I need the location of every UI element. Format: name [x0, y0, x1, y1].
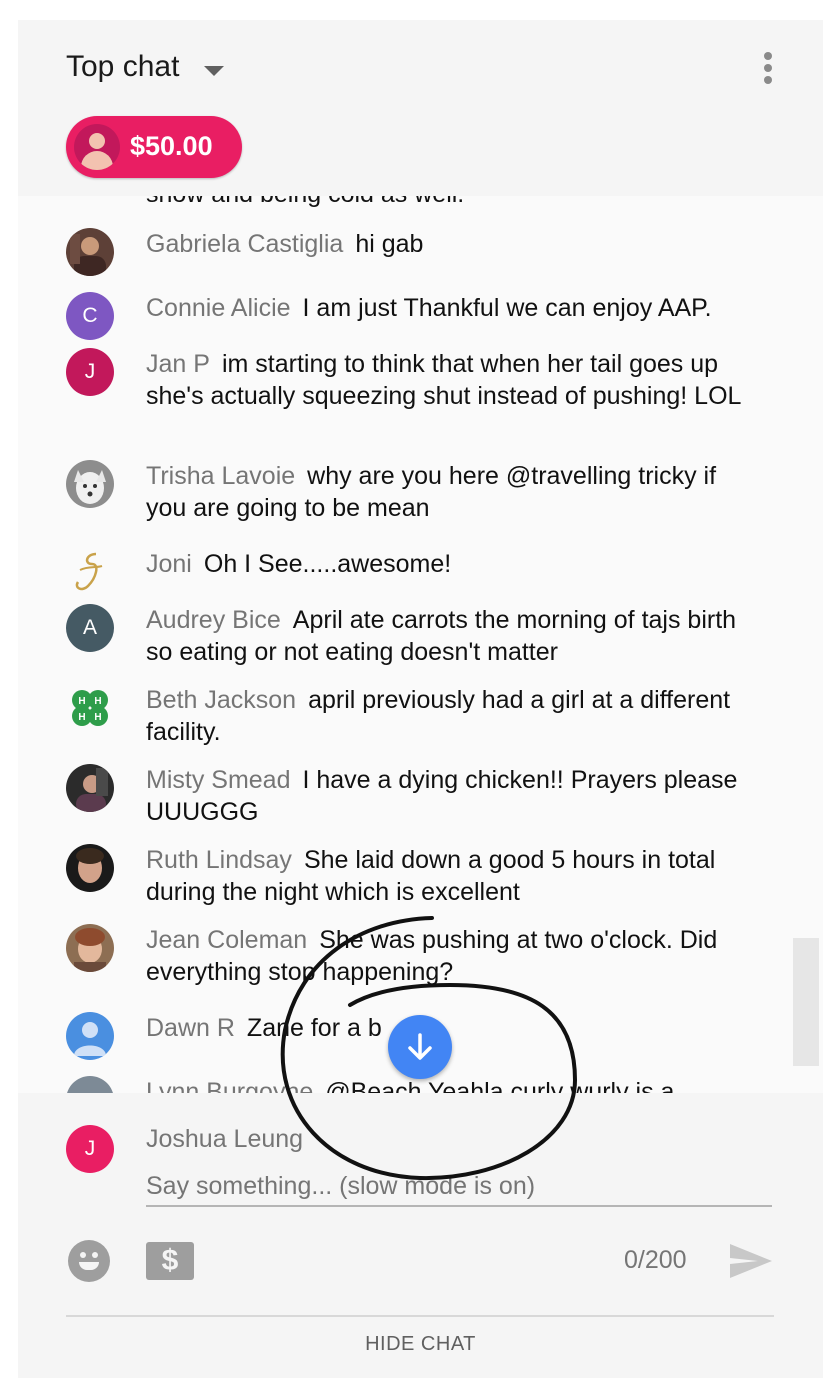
dollar-icon[interactable]: $ — [146, 1242, 194, 1280]
avatar: C — [66, 292, 114, 340]
message-author[interactable]: Jan P — [146, 350, 210, 378]
message-text: @Beach Yeahla curly wurly is a — [325, 1078, 675, 1093]
super-chat-ticker[interactable]: $50.00 — [66, 116, 242, 178]
chat-input-area: J Joshua Leung $ 0/200 HIDE CHAT — [18, 1093, 823, 1378]
message-author[interactable]: Joni — [146, 550, 192, 578]
message-author[interactable]: Misty Smead — [146, 766, 290, 794]
default-person-avatar — [66, 1076, 114, 1093]
avatar — [74, 124, 120, 170]
chat-mode-title[interactable]: Top chat — [66, 50, 179, 84]
message-author[interactable]: Trisha Lavoie — [146, 462, 295, 490]
emoji-icon[interactable] — [68, 1240, 110, 1282]
message-author[interactable]: Dawn R — [146, 1014, 235, 1042]
message-text: I am just Thankful we can enjoy AAP. — [302, 294, 712, 322]
avatar — [66, 228, 114, 276]
scrollbar-thumb[interactable] — [793, 938, 819, 1066]
default-person-avatar — [66, 1012, 114, 1060]
message-list[interactable]: snow and being cold as well. Gabriela Ca… — [18, 196, 823, 1093]
avatar — [66, 460, 114, 508]
svg-text:H: H — [78, 712, 85, 723]
message-text: Oh I See.....awesome! — [203, 550, 452, 578]
message-author[interactable]: Connie Alicie — [146, 294, 291, 322]
message-author[interactable]: Lynn Burgoyne — [146, 1078, 313, 1093]
svg-text:H: H — [94, 712, 101, 723]
message-text: im starting to think that when her tail … — [146, 350, 742, 410]
more-vert-icon[interactable] — [761, 52, 775, 90]
char-counter: 0/200 — [624, 1246, 687, 1274]
chat-panel: snow and being cold as well. Gabriela Ca… — [18, 20, 823, 1378]
hide-chat-button[interactable]: HIDE CHAT — [18, 1333, 823, 1356]
partial-message-text: snow and being cold as well. — [146, 196, 464, 209]
donation-amount: $50.00 — [130, 131, 213, 161]
avatar — [66, 844, 114, 892]
svg-text:H: H — [78, 696, 85, 707]
message-author[interactable]: Ruth Lindsay — [146, 846, 292, 874]
message-author[interactable]: Beth Jackson — [146, 686, 296, 714]
send-icon[interactable] — [728, 1242, 774, 1280]
avatar — [66, 764, 114, 812]
svg-text:H: H — [94, 696, 101, 707]
scroll-down-button[interactable] — [388, 1015, 452, 1079]
divider — [66, 1315, 774, 1317]
message-author[interactable]: Gabriela Castiglia — [146, 230, 343, 258]
caret-down-icon[interactable] — [204, 66, 224, 76]
user-name: Joshua Leung — [146, 1125, 304, 1153]
script-j-avatar — [66, 548, 114, 596]
avatar — [66, 924, 114, 972]
user-avatar: J — [66, 1125, 114, 1173]
message-text: Zane for a b — [246, 1014, 382, 1042]
chat-header: Top chat $50.00 — [18, 20, 823, 196]
avatar: J — [66, 348, 114, 396]
avatar: A — [66, 604, 114, 652]
arrow-down-icon — [408, 1033, 432, 1060]
message-author[interactable]: Jean Coleman — [146, 926, 307, 954]
message-text: hi gab — [355, 230, 424, 258]
message-author[interactable]: Audrey Bice — [146, 606, 281, 634]
message-input[interactable] — [146, 1167, 772, 1207]
clover-icon: HHHH — [66, 684, 114, 732]
